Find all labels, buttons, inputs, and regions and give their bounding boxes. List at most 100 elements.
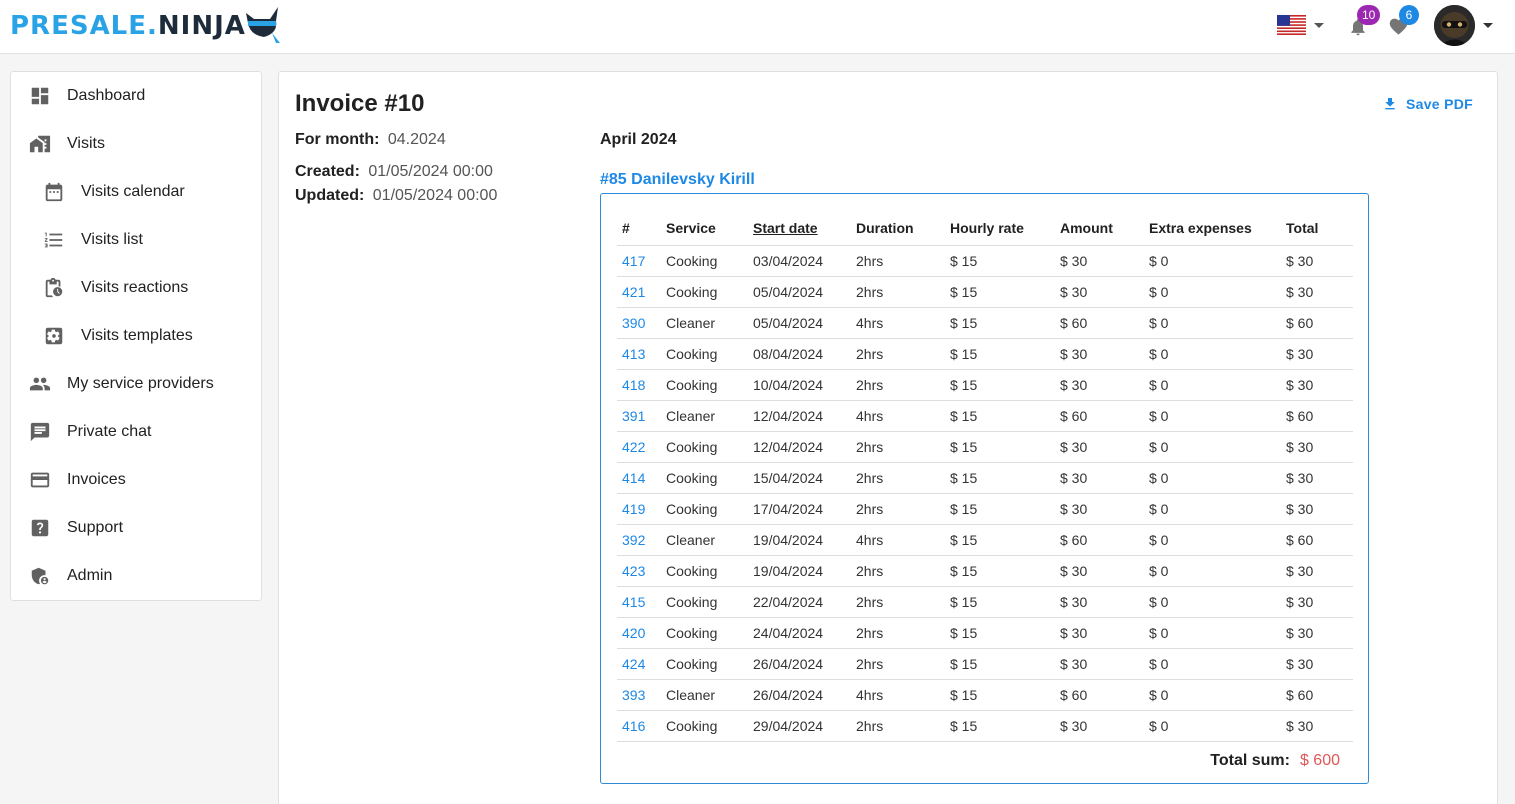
cell-amount: $ 60 <box>1055 307 1144 339</box>
notifications-button[interactable]: 10 <box>1348 5 1381 43</box>
cell-id[interactable]: 391 <box>617 400 661 432</box>
brand-logo[interactable]: PRESALE. NINJA <box>10 6 282 46</box>
cell-id[interactable]: 414 <box>617 462 661 494</box>
dashboard-icon <box>31 87 49 105</box>
table-row: 424 Cooking 26/04/2024 2hrs $ 15 $ 30 $ 0 $ 30 <box>617 648 1353 680</box>
save-pdf-button[interactable]: Save PDF <box>1382 96 1473 112</box>
updated-value: 01/05/2024 00:00 <box>372 187 498 204</box>
chevron-down-icon <box>1314 22 1324 28</box>
sidebar-item-label: Visits list <box>81 231 143 248</box>
invoice-table-box: # Service Start date Duration Hourly rat… <box>600 193 1369 784</box>
cell-id[interactable]: 392 <box>617 524 661 556</box>
cell-id[interactable]: 413 <box>617 338 661 370</box>
cell-service: Cooking <box>661 369 748 401</box>
cell-id[interactable]: 390 <box>617 307 661 339</box>
cell-id[interactable]: 419 <box>617 493 661 525</box>
sidebar-item-visits-list[interactable]: Visits list <box>11 216 261 264</box>
favorites-badge: 6 <box>1399 5 1419 25</box>
cell-service: Cleaner <box>661 400 748 432</box>
cell-total: $ 30 <box>1281 617 1353 649</box>
cell-total: $ 60 <box>1281 524 1353 556</box>
cell-id[interactable]: 424 <box>617 648 661 680</box>
cell-duration: 2hrs <box>851 493 945 525</box>
updated-label: Updated: <box>295 187 365 204</box>
cell-extra-expenses: $ 0 <box>1144 431 1281 463</box>
user-menu[interactable] <box>1434 5 1493 46</box>
us-flag-icon <box>1277 15 1306 35</box>
cell-amount: $ 30 <box>1055 493 1144 525</box>
cell-total: $ 30 <box>1281 555 1353 587</box>
favorites-button[interactable]: 6 <box>1388 5 1419 42</box>
top-bar: PRESALE. NINJA 10 6 <box>0 0 1515 54</box>
sidebar-item-visits-calendar[interactable]: Visits calendar <box>11 168 261 216</box>
for-month-label: For month: <box>295 131 380 148</box>
language-selector[interactable] <box>1277 15 1324 35</box>
cell-total: $ 30 <box>1281 338 1353 370</box>
sidebar-item-visits-reactions[interactable]: Visits reactions <box>11 264 261 312</box>
cell-extra-expenses: $ 0 <box>1144 586 1281 618</box>
sidebar-item-invoices[interactable]: Invoices <box>11 456 261 504</box>
created-row: Created: 01/05/2024 00:00 <box>295 163 493 181</box>
chat-icon <box>30 422 50 442</box>
chevron-down-icon <box>1483 23 1493 28</box>
cell-hourly-rate: $ 15 <box>945 617 1055 649</box>
cell-id[interactable]: 417 <box>617 245 661 277</box>
sidebar-item-service-providers[interactable]: My service providers <box>11 360 261 408</box>
client-link[interactable]: #85 Danilevsky Kirill <box>600 171 755 189</box>
cell-hourly-rate: $ 15 <box>945 524 1055 556</box>
cell-id[interactable]: 420 <box>617 617 661 649</box>
total-sum-label: Total sum: <box>1210 752 1290 769</box>
cell-hourly-rate: $ 15 <box>945 648 1055 680</box>
sidebar-item-visits-templates[interactable]: Visits templates <box>11 312 261 360</box>
brand-part2: NINJA <box>157 11 246 41</box>
cell-hourly-rate: $ 15 <box>945 431 1055 463</box>
table-row: 418 Cooking 10/04/2024 2hrs $ 15 $ 30 $ 0 $ 30 <box>617 369 1353 401</box>
cell-start-date: 15/04/2024 <box>748 462 851 494</box>
for-month-value: 04.2024 <box>387 131 446 148</box>
sidebar-item-dashboard[interactable]: Dashboard <box>11 72 261 120</box>
cell-service: Cooking <box>661 276 748 308</box>
cell-hourly-rate: $ 15 <box>945 400 1055 432</box>
cell-start-date: 26/04/2024 <box>748 648 851 680</box>
download-icon <box>1385 98 1395 110</box>
col-header-start-date[interactable]: Start date <box>748 211 851 246</box>
col-header-total: Total <box>1281 211 1353 246</box>
cell-id[interactable]: 421 <box>617 276 661 308</box>
sidebar-item-private-chat[interactable]: Private chat <box>11 408 261 456</box>
sidebar-item-admin[interactable]: Admin <box>11 552 261 600</box>
list-icon <box>44 232 63 248</box>
cell-start-date: 17/04/2024 <box>748 493 851 525</box>
cell-start-date: 24/04/2024 <box>748 617 851 649</box>
cell-extra-expenses: $ 0 <box>1144 276 1281 308</box>
table-row: 413 Cooking 08/04/2024 2hrs $ 15 $ 30 $ 0 $ 30 <box>617 338 1353 370</box>
sidebar-item-visits[interactable]: Visits <box>11 120 261 168</box>
cell-duration: 2hrs <box>851 617 945 649</box>
cell-service: Cooking <box>661 555 748 587</box>
cell-total: $ 30 <box>1281 493 1353 525</box>
cell-duration: 4hrs <box>851 400 945 432</box>
month-title: April 2024 <box>600 131 677 148</box>
cell-total: $ 30 <box>1281 245 1353 277</box>
col-header-id: # <box>617 211 661 246</box>
cell-id[interactable]: 422 <box>617 431 661 463</box>
cell-duration: 2hrs <box>851 710 945 742</box>
sidebar-item-label: Visits <box>67 135 105 152</box>
cell-id[interactable]: 423 <box>617 555 661 587</box>
cell-start-date: 05/04/2024 <box>748 276 851 308</box>
cell-id[interactable]: 418 <box>617 369 661 401</box>
cell-service: Cooking <box>661 493 748 525</box>
admin-shield-icon <box>31 567 49 585</box>
cell-id[interactable]: 415 <box>617 586 661 618</box>
cell-id[interactable]: 393 <box>617 679 661 711</box>
cell-total: $ 30 <box>1281 276 1353 308</box>
cell-start-date: 29/04/2024 <box>748 710 851 742</box>
cell-amount: $ 30 <box>1055 617 1144 649</box>
sidebar-item-support[interactable]: Support <box>11 504 261 552</box>
cell-extra-expenses: $ 0 <box>1144 524 1281 556</box>
cell-id[interactable]: 416 <box>617 710 661 742</box>
cell-duration: 2hrs <box>851 431 945 463</box>
cell-service: Cooking <box>661 462 748 494</box>
cell-extra-expenses: $ 0 <box>1144 338 1281 370</box>
cell-extra-expenses: $ 0 <box>1144 493 1281 525</box>
visits-table: # Service Start date Duration Hourly rat… <box>617 211 1353 742</box>
